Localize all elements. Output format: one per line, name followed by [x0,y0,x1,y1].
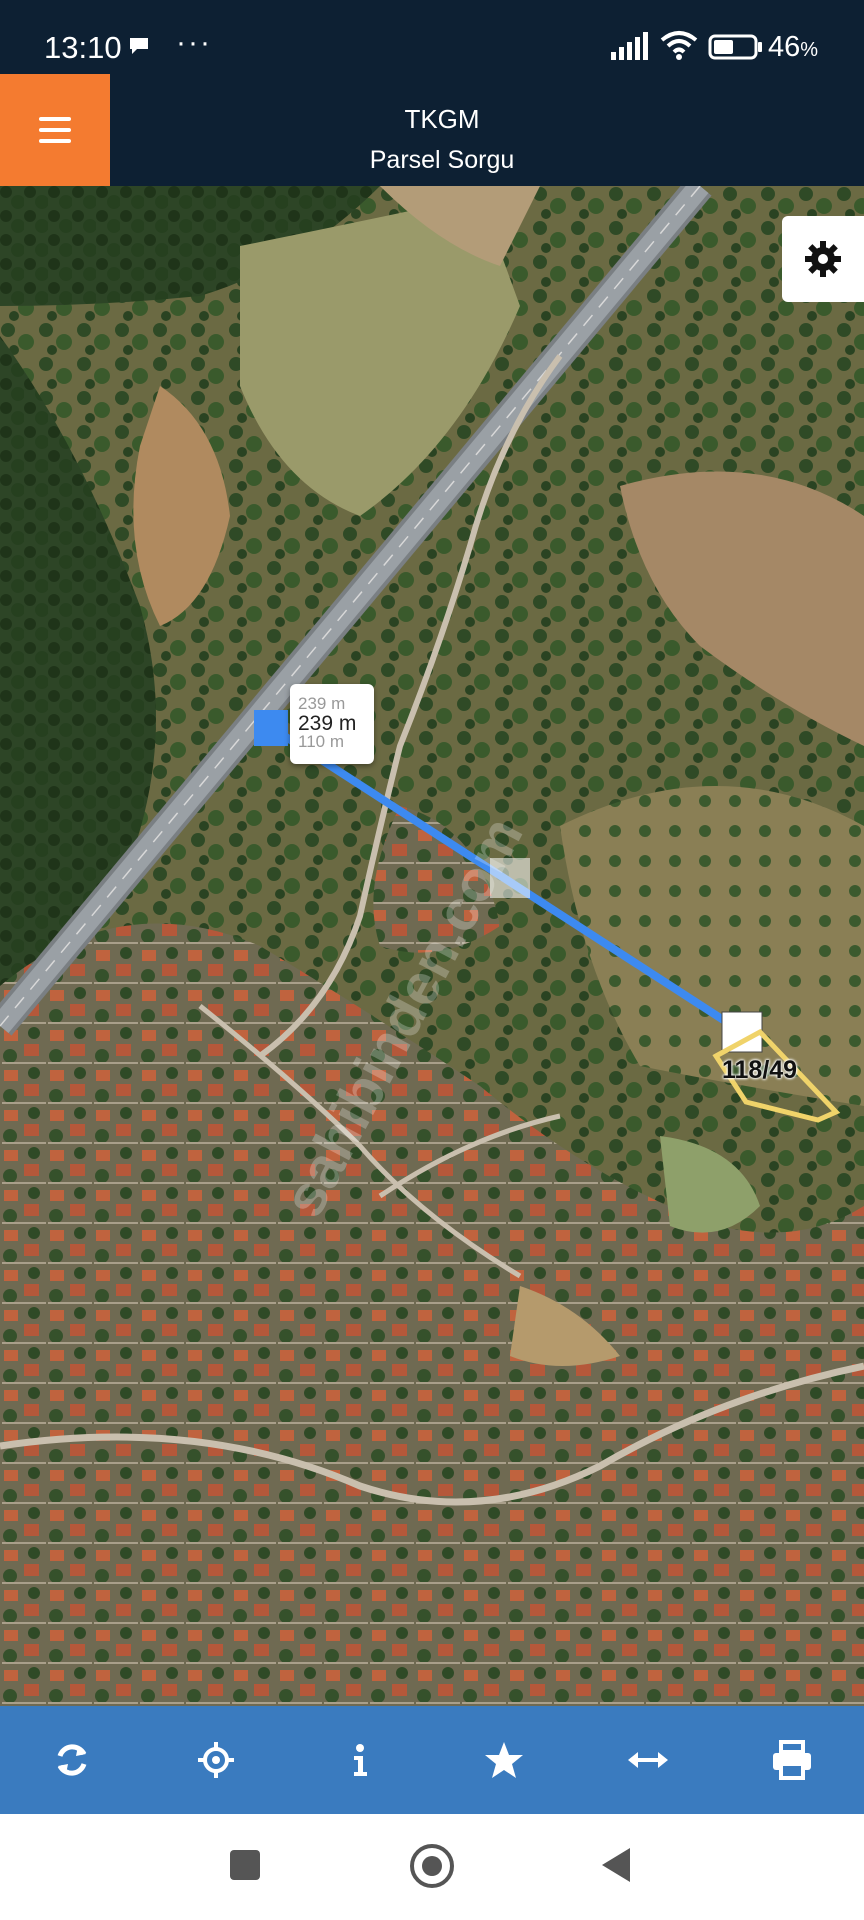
message-icon [130,38,148,54]
locate-crosshair-icon [198,1742,234,1778]
map-settings-button[interactable] [782,216,864,302]
distance-value: 239 m [298,712,357,735]
app-title: TKGM [404,104,480,134]
app-subtitle: Parsel Sorgu [369,146,515,174]
home-icon[interactable] [410,1844,454,1888]
locate-button[interactable] [144,1706,288,1814]
bottom-toolbar [0,1706,864,1814]
recent-apps-icon[interactable] [230,1850,260,1880]
battery-percent: 46% [768,31,819,63]
info-button[interactable] [288,1706,432,1814]
back-icon[interactable] [602,1848,630,1882]
gear-icon [805,241,841,277]
distance-ghost-top: 239 m [298,694,346,713]
refresh-icon [57,1744,87,1776]
refresh-button[interactable] [0,1706,144,1814]
wifi-icon [660,31,698,60]
menu-button[interactable] [0,74,110,186]
star-icon [485,1742,523,1778]
measurement-start-marker [254,710,288,746]
status-time: 13:10 [44,30,122,65]
info-icon [354,1744,367,1776]
system-nav-bar [0,1814,864,1920]
more-notifications-indicator: ··· [176,26,212,59]
battery-icon [708,34,762,60]
print-button[interactable] [720,1706,864,1814]
map-view[interactable]: sahibinden.com 239 m 110 m 239 m 118/49 [0,186,864,1706]
favorites-button[interactable] [432,1706,576,1814]
signal-icon [611,32,648,60]
status-bar: 13:10 ··· 46% [0,0,864,74]
measure-button[interactable] [576,1706,720,1814]
distance-label: 239 m 110 m 239 m [290,684,374,764]
print-icon [773,1740,811,1780]
measure-arrows-icon [628,1752,668,1768]
hamburger-menu-icon [39,117,71,121]
parcel-label[interactable]: 118/49 [722,1056,797,1085]
app-header: TKGM Parsel Sorgu [0,74,864,186]
